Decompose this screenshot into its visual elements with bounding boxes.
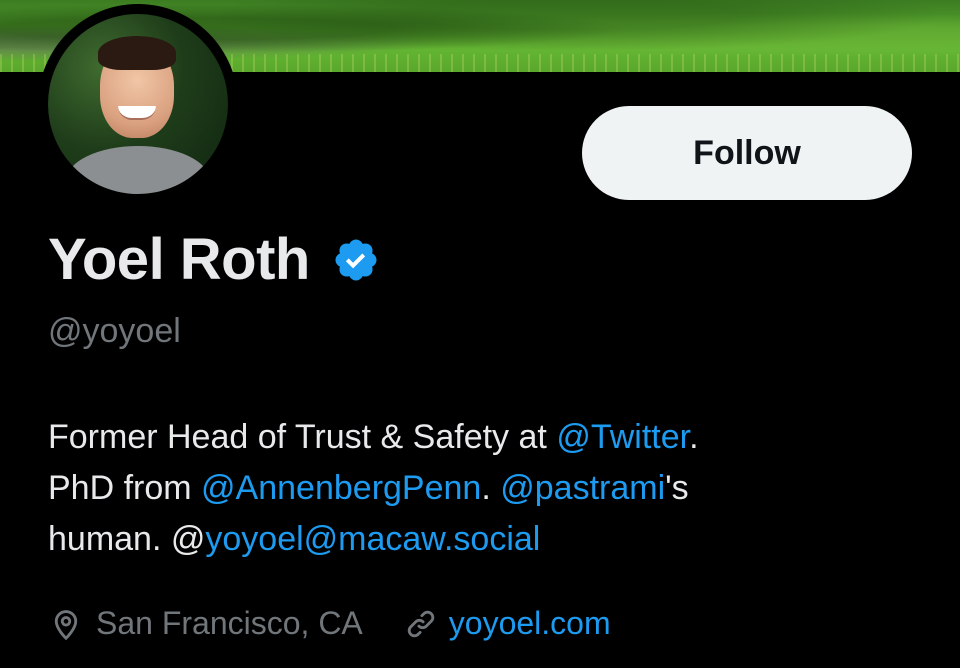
location-text: San Francisco, CA [96,605,363,641]
bio-line-3: human. @yoyoel@macaw.social [48,514,928,565]
mention-pastrami-link[interactable]: @pastrami [500,469,665,507]
profile-name-row: Yoel Roth [48,226,380,293]
mention-twitter-link[interactable]: @Twitter [556,418,689,456]
profile-meta: San Francisco, CA yoyoel.com [48,605,611,642]
location-item: San Francisco, CA [48,605,363,642]
website-link[interactable]: yoyoel.com [449,605,611,642]
verified-badge-icon[interactable] [332,236,380,284]
bio-text: Former Head of Trust & Safety at [48,418,557,456]
avatar[interactable] [48,14,228,194]
mention-annenbergpenn-link[interactable]: @AnnenbergPenn [201,469,481,507]
bio-line-1: Former Head of Trust & Safety at @Twitte… [48,412,928,463]
location-pin-icon [54,609,78,640]
link-icon [407,610,434,637]
bio-text: . [689,418,699,456]
website-item: yoyoel.com [403,605,611,642]
avatar-shirt [66,146,210,194]
profile-name: Yoel Roth [48,227,310,292]
follow-button[interactable]: Follow [582,106,912,200]
bio-text: human. @ [48,520,206,558]
bio-text: 's [665,469,689,507]
bio-line-2: PhD from @AnnenbergPenn. @pastrami's [48,463,928,514]
bio-text: . [481,469,501,507]
bio-text: PhD from [48,469,202,507]
avatar-hair [98,36,176,70]
profile-bio: Former Head of Trust & Safety at @Twitte… [48,412,928,565]
profile-handle: @yoyoel [48,312,181,350]
mastodon-link[interactable]: yoyoel@macaw.social [205,520,540,558]
